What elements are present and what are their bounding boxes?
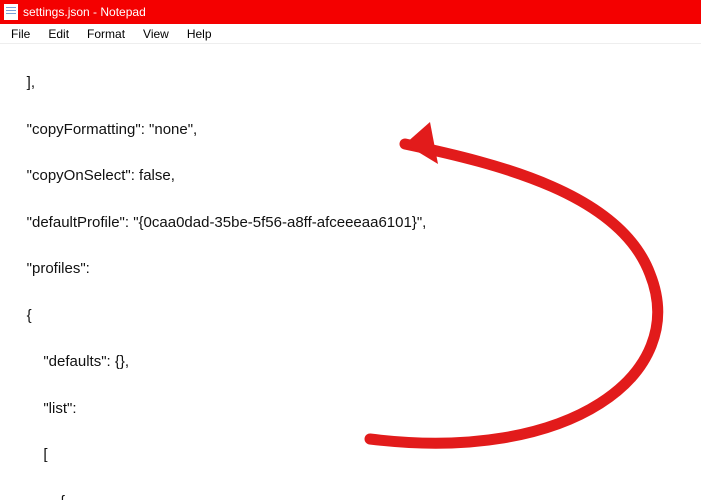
editor-line: { (10, 304, 691, 327)
menu-bar: File Edit Format View Help (0, 24, 701, 44)
editor-line: "defaults": {}, (10, 350, 691, 373)
menu-format[interactable]: Format (82, 26, 130, 42)
editor-line: ], (10, 71, 691, 94)
menu-view[interactable]: View (138, 26, 174, 42)
menu-edit[interactable]: Edit (43, 26, 74, 42)
editor-line: "copyOnSelect": false, (10, 164, 691, 187)
editor-line: [ (10, 443, 691, 466)
editor-line: "copyFormatting": "none", (10, 118, 691, 141)
window-title: settings.json - Notepad (23, 5, 146, 19)
editor-line: "list": (10, 397, 691, 420)
text-editor-area[interactable]: ], "copyFormatting": "none", "copyOnSele… (0, 44, 701, 500)
menu-file[interactable]: File (6, 26, 35, 42)
editor-line: "profiles": (10, 257, 691, 280)
editor-line: { (10, 490, 691, 500)
window-titlebar: settings.json - Notepad (0, 0, 701, 24)
menu-help[interactable]: Help (182, 26, 217, 42)
editor-line: "defaultProfile": "{0caa0dad-35be-5f56-a… (10, 211, 691, 234)
notepad-icon (4, 4, 18, 20)
